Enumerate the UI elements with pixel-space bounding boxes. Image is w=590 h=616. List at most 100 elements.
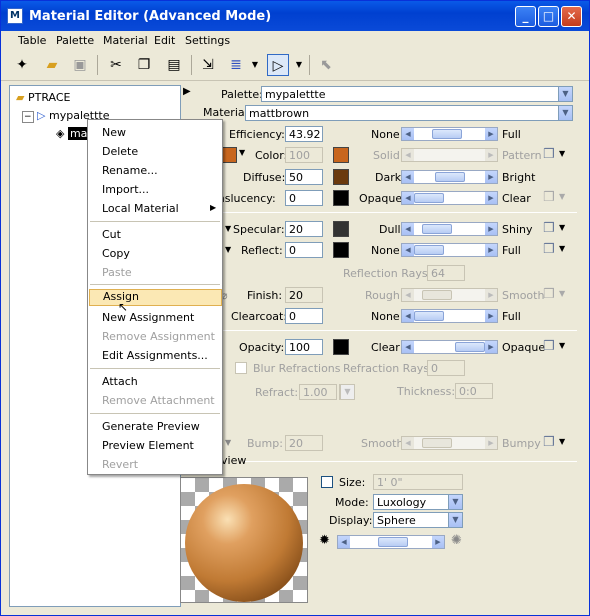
color-swatch[interactable] (333, 147, 349, 163)
blur-refractions-checkbox[interactable] (235, 362, 247, 374)
efficiency-slider[interactable]: ◀ ▶ (401, 127, 498, 141)
reflection-rays-field[interactable]: 64 (427, 265, 465, 281)
map-cube-icon[interactable]: ❒ (543, 435, 555, 450)
finish-slider[interactable]: ◀ ▶ (401, 288, 498, 302)
chevron-down-icon[interactable]: ▼ (559, 192, 565, 201)
open-icon[interactable]: ▰ (41, 54, 63, 76)
assign-icon[interactable]: ▷ (267, 54, 289, 76)
refract-field[interactable]: 1.00 (299, 384, 337, 400)
chevron-down-icon[interactable]: ▼ (293, 54, 305, 76)
menu-item-delete[interactable]: Delete (102, 145, 138, 158)
title-bar[interactable]: M Material Editor (Advanced Mode) _ □ ✕ (1, 1, 589, 31)
save-icon[interactable]: ▣ (69, 54, 91, 76)
diffuse-swatch[interactable] (333, 169, 349, 185)
map-cube-icon[interactable]: ❒ (543, 190, 555, 205)
color-field[interactable]: 100 (285, 147, 323, 163)
paste-icon[interactable]: ▤ (163, 54, 185, 76)
menu-material[interactable]: Material (103, 34, 148, 47)
expand-arrow-icon[interactable]: ▶ (183, 86, 191, 97)
size-field[interactable]: 1' 0" (373, 474, 463, 490)
cut-icon[interactable]: ✂ (105, 54, 127, 76)
refract-preset-select[interactable]: ▼ (339, 384, 355, 400)
menu-item-generate-preview[interactable]: Generate Preview (102, 420, 200, 433)
reflect-swatch[interactable] (333, 242, 349, 258)
copy-icon[interactable]: ❐ (133, 54, 155, 76)
diffuse-slider[interactable]: ◀ ▶ (401, 170, 498, 184)
chevron-down-icon[interactable]: ▼ (559, 149, 565, 158)
map-cube-icon[interactable]: ❒ (543, 287, 555, 302)
material-select[interactable]: mattbrown ▼ (245, 105, 573, 121)
chevron-down-icon[interactable]: ▼ (559, 437, 565, 446)
menu-item-new-assignment[interactable]: New Assignment (102, 311, 194, 324)
menu-item-new[interactable]: New (102, 126, 126, 139)
preview-light-slider[interactable]: ◀ ▶ (337, 535, 445, 549)
menu-settings[interactable]: Settings (185, 34, 230, 47)
menu-item-import[interactable]: Import... (102, 183, 149, 196)
minimize-button[interactable]: _ (515, 6, 536, 27)
menu-item-preview-element[interactable]: Preview Element (102, 439, 194, 452)
collapse-icon[interactable]: − (22, 111, 34, 123)
opacity-swatch[interactable] (333, 339, 349, 355)
reflect-field[interactable]: 0 (285, 242, 323, 258)
translucency-field[interactable]: 0 (285, 190, 323, 206)
menu-edit[interactable]: Edit (154, 34, 175, 47)
palette-layers-icon[interactable]: ≣ (225, 54, 247, 76)
chevron-down-icon[interactable]: ▼ (225, 245, 231, 254)
bump-field[interactable]: 20 (285, 435, 323, 451)
menu-palette[interactable]: Palette (56, 34, 94, 47)
color-slider[interactable]: ◀ ▶ (401, 148, 498, 162)
chevron-down-icon[interactable]: ▼ (225, 224, 231, 233)
menu-item-revert[interactable]: Revert (102, 458, 138, 471)
map-cube-icon[interactable]: ❒ (543, 339, 555, 354)
menu-item-attach[interactable]: Attach (102, 375, 138, 388)
menu-item-remove-attachment[interactable]: Remove Attachment (102, 394, 215, 407)
chevron-down-icon[interactable]: ▼ (239, 148, 245, 157)
thickness-field[interactable]: 0:0 (455, 383, 493, 399)
map-cube-icon[interactable]: ❒ (543, 221, 555, 236)
menu-item-remove-assignment[interactable]: Remove Assignment (102, 330, 215, 343)
menu-item-edit-assignments[interactable]: Edit Assignments... (102, 349, 208, 362)
specular-field[interactable]: 20 (285, 221, 323, 237)
translucency-swatch[interactable] (333, 190, 349, 206)
tree-node-material[interactable]: ◈ ma (56, 127, 90, 140)
chevron-down-icon[interactable]: ▼ (225, 438, 231, 447)
close-button[interactable]: ✕ (561, 6, 582, 27)
refraction-rays-field[interactable]: 0 (427, 360, 465, 376)
palette-select[interactable]: mypalettte ▼ (261, 86, 573, 102)
maximize-button[interactable]: □ (538, 6, 559, 27)
reflect-slider[interactable]: ◀ ▶ (401, 243, 498, 257)
menu-table[interactable]: Table (18, 34, 46, 47)
map-cube-icon[interactable]: ❒ (543, 147, 555, 162)
pick-icon[interactable]: ⬉ (315, 54, 337, 76)
opacity-slider[interactable]: ◀ ▶ (401, 340, 498, 354)
chevron-down-icon[interactable]: ▼ (559, 341, 565, 350)
menu-item-cut[interactable]: Cut (102, 228, 121, 241)
diffuse-field[interactable]: 50 (285, 169, 323, 185)
tree-node-root[interactable]: ▰ PTRACE (16, 91, 70, 104)
opacity-field[interactable]: 100 (285, 339, 323, 355)
import-icon[interactable]: ⇲ (197, 54, 219, 76)
bump-slider[interactable]: ◀ ▶ (401, 436, 498, 450)
menu-item-local-material[interactable]: Local Material (102, 202, 179, 215)
color-swatch-left[interactable] (221, 147, 237, 163)
menu-item-copy[interactable]: Copy (102, 247, 130, 260)
efficiency-field[interactable]: 43.92 (285, 126, 323, 142)
chevron-down-icon[interactable]: ▼ (559, 244, 565, 253)
finish-field[interactable]: 20 (285, 287, 323, 303)
clearcoat-slider[interactable]: ◀ ▶ (401, 309, 498, 323)
chevron-down-icon[interactable]: ▼ (559, 223, 565, 232)
display-select[interactable]: Sphere ▼ (373, 512, 463, 528)
menu-item-paste[interactable]: Paste (102, 266, 132, 279)
chevron-down-icon[interactable]: ▼ (249, 54, 261, 76)
specular-slider[interactable]: ◀ ▶ (401, 222, 498, 236)
mode-select[interactable]: Luxology ▼ (373, 494, 463, 510)
specular-swatch[interactable] (333, 221, 349, 237)
map-cube-icon[interactable]: ❒ (543, 242, 555, 257)
size-checkbox[interactable] (321, 476, 333, 488)
translucency-slider[interactable]: ◀ ▶ (401, 191, 498, 205)
clearcoat-field[interactable]: 0 (285, 308, 323, 324)
new-icon[interactable]: ✦ (11, 54, 33, 76)
menu-item-rename[interactable]: Rename... (102, 164, 158, 177)
menu-item-assign[interactable]: Assign (89, 289, 222, 306)
chevron-down-icon[interactable]: ▼ (559, 289, 565, 298)
